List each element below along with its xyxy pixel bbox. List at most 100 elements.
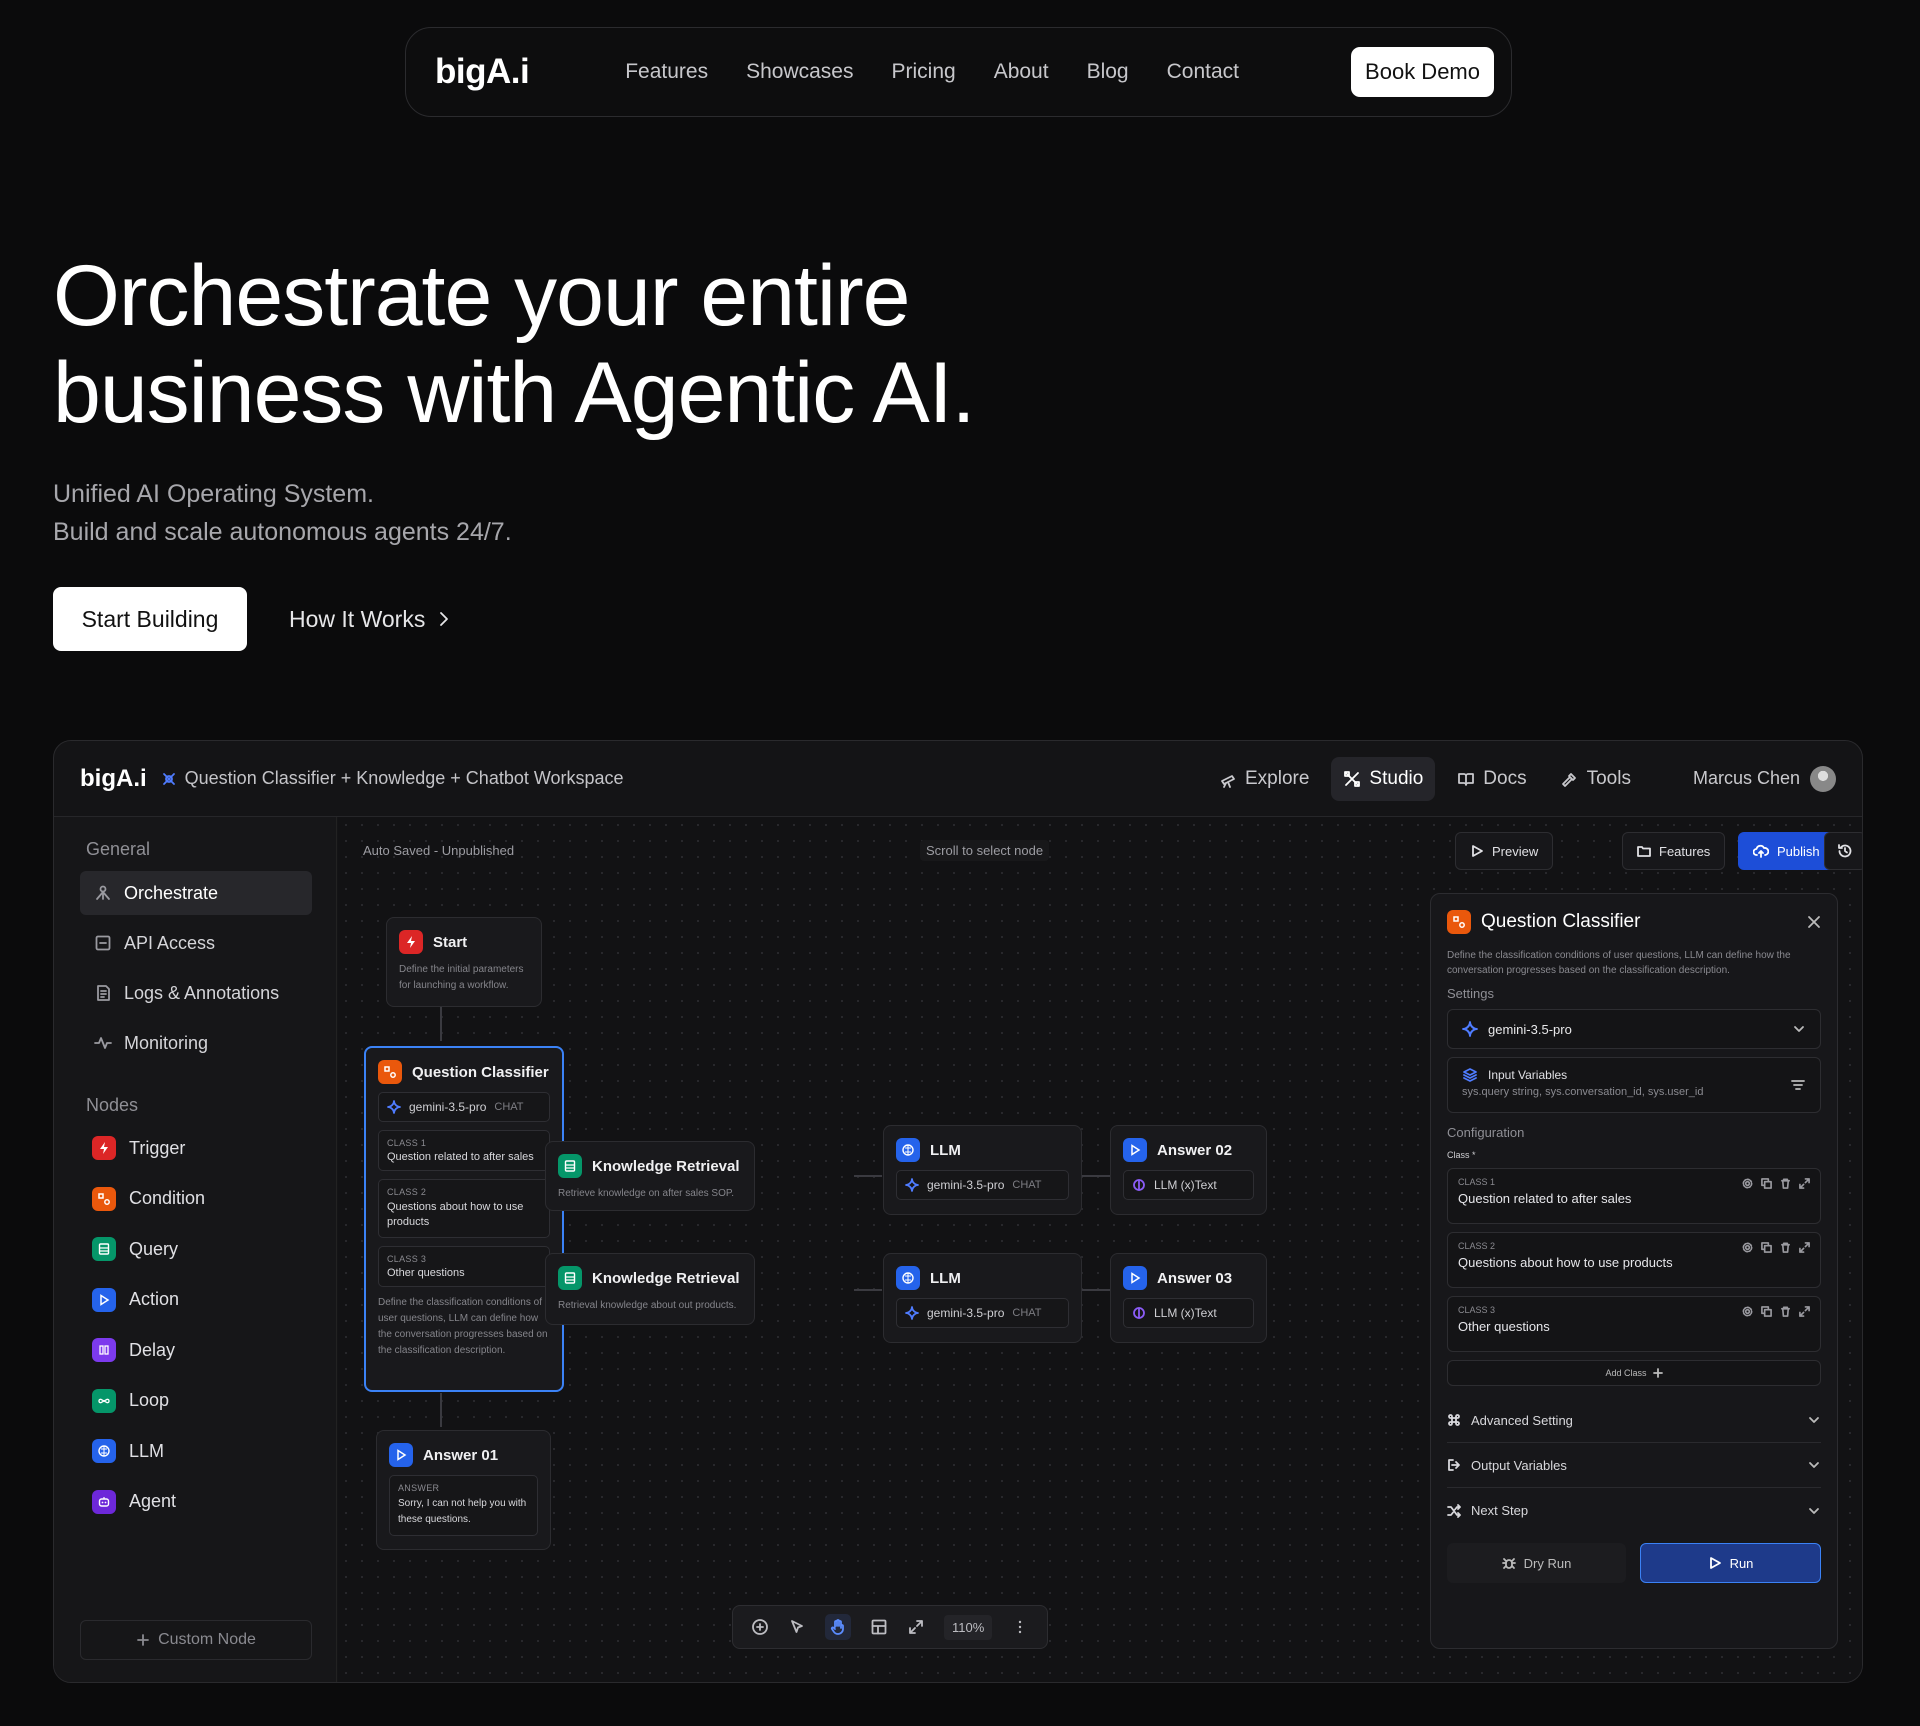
play-icon — [1123, 1266, 1147, 1290]
answer-text: Sorry, I can not help you with these que… — [398, 1498, 527, 1525]
node-knowledge-retrieval-2[interactable]: Knowledge Retrieval Retrieval knowledge … — [545, 1253, 755, 1325]
user-menu[interactable]: Marcus Chen — [1693, 765, 1836, 792]
sidebar-node-agent[interactable]: Agent — [92, 1489, 176, 1514]
input-variables-value: sys.query string, sys.conversation_id, s… — [1462, 1086, 1704, 1098]
settings-icon[interactable] — [1742, 1242, 1753, 1253]
hand-tool-button[interactable] — [824, 1614, 851, 1640]
sidebar-item-api-access[interactable]: API Access — [80, 921, 312, 965]
sidebar-item-orchestrate[interactable]: Orchestrate — [80, 871, 312, 915]
save-status: Auto Saved - Unpublished — [363, 843, 515, 858]
sidebar-node-action[interactable]: Action — [92, 1287, 179, 1312]
class-card[interactable]: CLASS 2 Questions about how to use produc… — [1447, 1232, 1821, 1288]
node-question-classifier[interactable]: Question Classifier gemini-3.5-pro CHAT … — [364, 1046, 564, 1392]
filter-icon[interactable] — [1790, 1078, 1806, 1092]
class-item[interactable]: CLASS 3 Other questions — [378, 1246, 550, 1287]
node-start[interactable]: Start Define the initial parameters for … — [386, 917, 542, 1007]
layout-icon[interactable] — [870, 1618, 888, 1636]
nav-docs[interactable]: Docs — [1445, 757, 1538, 801]
sidebar-node-label: Delay — [129, 1339, 176, 1360]
trash-icon[interactable] — [1780, 1242, 1791, 1253]
node-title: Question Classifier — [412, 1063, 549, 1081]
sidebar-node-llm[interactable]: LLM — [92, 1439, 164, 1463]
how-it-works-link[interactable]: How It Works — [289, 587, 451, 651]
sparkle-icon — [387, 1100, 401, 1114]
pointer-icon[interactable] — [788, 1618, 806, 1636]
more-vertical-icon[interactable] — [1011, 1618, 1029, 1636]
run-button[interactable]: Run — [1640, 1543, 1821, 1583]
model-selector[interactable]: gemini-3.5-pro CHAT — [896, 1298, 1069, 1328]
run-buttons: Dry Run Run — [1447, 1543, 1821, 1583]
nav-link-blog[interactable]: Blog — [1087, 60, 1129, 84]
advanced-setting-row[interactable]: Advanced Setting — [1447, 1398, 1821, 1443]
book-demo-button[interactable]: Book Demo — [1351, 47, 1494, 97]
brand-logo[interactable]: bigA.i — [435, 52, 530, 92]
zoom-level[interactable]: 110% — [944, 1614, 993, 1640]
hero-subtitle: Unified AI Operating System. Build and s… — [53, 480, 512, 546]
sidebar-node-label: Loop — [129, 1390, 170, 1410]
settings-icon[interactable] — [1742, 1178, 1753, 1189]
publish-button[interactable]: Publish — [1738, 832, 1835, 870]
preview-button[interactable]: Preview — [1455, 832, 1554, 870]
class-card[interactable]: CLASS 1 Question related to after sales — [1447, 1168, 1821, 1224]
node-llm-2[interactable]: LLM gemini-3.5-pro CHAT — [883, 1253, 1082, 1343]
trash-icon[interactable] — [1780, 1306, 1791, 1317]
nav-tools[interactable]: Tools — [1549, 757, 1643, 801]
nav-link-showcases[interactable]: Showcases — [746, 60, 853, 84]
class-caption: CLASS 3 — [387, 1254, 427, 1264]
add-circle-icon[interactable] — [751, 1618, 769, 1636]
settings-icon[interactable] — [1742, 1306, 1753, 1317]
add-class-button[interactable]: Add Class — [1447, 1360, 1821, 1386]
node-knowledge-retrieval-1[interactable]: Knowledge Retrieval Retrieve knowledge o… — [545, 1141, 755, 1211]
features-button[interactable]: Features — [1622, 832, 1726, 870]
nav-link-features[interactable]: Features — [625, 60, 708, 84]
node-answer-02[interactable]: Answer 02 LLM (x)Text — [1110, 1125, 1267, 1215]
sidebar-node-trigger[interactable]: Trigger — [92, 1136, 185, 1160]
class-caption: CLASS 2 — [387, 1187, 427, 1197]
nav-explore[interactable]: Explore — [1207, 757, 1321, 801]
input-variables-box[interactable]: Input Variables sys.query string, sys.co… — [1447, 1057, 1821, 1113]
next-step-row[interactable]: Next Step — [1447, 1488, 1821, 1533]
expand-icon[interactable] — [1799, 1242, 1810, 1253]
lightning-icon — [399, 930, 423, 954]
sidebar-node-delay[interactable]: Delay — [92, 1338, 175, 1362]
nav-link-pricing[interactable]: Pricing — [891, 60, 955, 84]
nav-studio[interactable]: Studio — [1331, 756, 1436, 801]
sidebar-item-monitoring[interactable]: Monitoring — [80, 1021, 312, 1065]
app-logo[interactable]: bigA.i — [80, 765, 147, 793]
dry-run-button[interactable]: Dry Run — [1447, 1543, 1626, 1583]
database-icon — [558, 1154, 582, 1178]
model-selector[interactable]: gemini-3.5-pro CHAT — [896, 1170, 1069, 1200]
class-item[interactable]: CLASS 1 Question related to after sales — [378, 1130, 550, 1171]
expand-icon[interactable] — [907, 1618, 925, 1636]
nav-link-about[interactable]: About — [994, 60, 1049, 84]
sidebar-node-query[interactable]: Query — [92, 1237, 178, 1261]
copy-icon[interactable] — [1761, 1242, 1772, 1253]
logs-icon — [97, 985, 110, 1001]
sidebar-node-condition[interactable]: Condition — [92, 1186, 205, 1211]
properties-panel: Question Classifier Define the classific… — [1430, 893, 1838, 1649]
workflow-canvas[interactable]: Auto Saved - Unpublished Scroll to selec… — [338, 817, 1862, 1682]
nav-link-contact[interactable]: Contact — [1167, 60, 1239, 84]
node-answer-03[interactable]: Answer 03 LLM (x)Text — [1110, 1253, 1267, 1343]
history-button[interactable] — [1824, 832, 1862, 870]
copy-icon[interactable] — [1761, 1306, 1772, 1317]
output-variables-row[interactable]: Output Variables — [1447, 1443, 1821, 1488]
class-card[interactable]: CLASS 3 Other questions — [1447, 1296, 1821, 1352]
class-caption: CLASS 1 — [387, 1138, 427, 1148]
node-llm-1[interactable]: LLM gemini-3.5-pro CHAT — [883, 1125, 1082, 1215]
chevron-down-icon — [1794, 1026, 1804, 1032]
custom-node-button[interactable]: Custom Node — [80, 1620, 312, 1660]
model-dropdown[interactable]: gemini-3.5-pro — [1447, 1009, 1821, 1049]
class-item[interactable]: CLASS 2 Questions about how to use produc… — [378, 1179, 550, 1238]
sidebar-item-logs[interactable]: Logs & Annotations — [80, 971, 312, 1015]
expand-icon[interactable] — [1799, 1178, 1810, 1189]
trash-icon[interactable] — [1780, 1178, 1791, 1189]
expand-icon[interactable] — [1799, 1306, 1810, 1317]
workspace-title[interactable]: Question Classifier + Knowledge + Chatbo… — [161, 768, 624, 789]
copy-icon[interactable] — [1761, 1178, 1772, 1189]
node-answer-01[interactable]: Answer 01 ANSWER Sorry, I can not help yo… — [376, 1430, 551, 1550]
close-icon[interactable] — [1807, 915, 1821, 929]
model-selector[interactable]: gemini-3.5-pro CHAT — [378, 1092, 550, 1122]
start-building-button[interactable]: Start Building — [53, 587, 247, 651]
sidebar-node-loop[interactable]: Loop — [92, 1388, 170, 1413]
